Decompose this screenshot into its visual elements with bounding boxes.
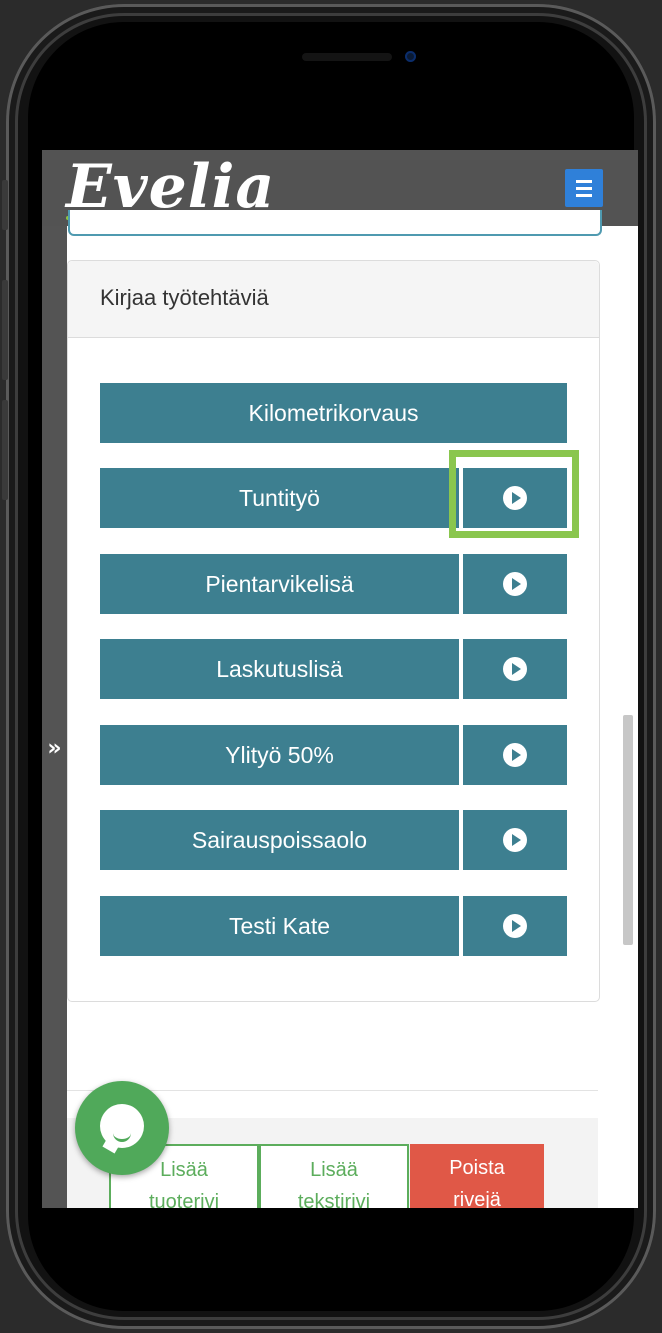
play-button-sairauspoissaolo[interactable] (463, 810, 567, 870)
scrollbar-thumb[interactable] (623, 715, 633, 945)
play-icon (503, 914, 527, 938)
phone-volume-up (2, 280, 8, 380)
side-drawer-handle[interactable]: » (42, 226, 67, 1208)
card-title: Kirjaa työtehtäviä (100, 285, 269, 310)
delete-rows-button[interactable]: Poista rivejä (410, 1144, 544, 1208)
delete-rows-label-line1: Poista (449, 1157, 505, 1179)
play-icon (503, 572, 527, 596)
play-icon (503, 486, 527, 510)
play-icon (503, 828, 527, 852)
hamburger-menu-button[interactable] (565, 169, 603, 207)
task-button-tuntityo[interactable]: Tuntityö (100, 468, 459, 528)
chat-launcher-button[interactable] (75, 1081, 169, 1175)
hamburger-icon-bar (576, 194, 592, 197)
add-text-row-label-line2: tekstirivi (297, 1191, 371, 1208)
play-button-testi-kate[interactable] (463, 896, 567, 956)
phone-speaker (302, 53, 392, 61)
task-button-ylityo-50[interactable]: Ylityö 50% (100, 725, 459, 785)
task-card: Kirjaa työtehtäviä Kilometrikorvaus Tunt… (67, 260, 600, 1002)
add-product-row-label-line2: tuoterivi (148, 1191, 220, 1208)
play-button-pientarvikelisa[interactable] (463, 554, 567, 614)
play-icon (503, 743, 527, 767)
hamburger-icon (576, 180, 592, 183)
play-button-laskutuslisa[interactable] (463, 639, 567, 699)
double-chevron-right-icon[interactable]: » (42, 736, 67, 761)
task-button-sairauspoissaolo[interactable]: Sairauspoissaolo (100, 810, 459, 870)
phone-volume-down (2, 400, 8, 500)
hamburger-icon-bar (576, 187, 592, 190)
phone-camera (405, 51, 416, 62)
add-text-row-button[interactable]: Lisää tekstirivi (259, 1144, 409, 1208)
task-button-testi-kate[interactable]: Testi Kate (100, 896, 459, 956)
delete-rows-label-line2: rivejä (453, 1189, 501, 1208)
play-button-tuntityo[interactable] (463, 468, 567, 528)
add-text-row-label-line1: Lisää (310, 1159, 358, 1181)
previous-card-edge (68, 210, 602, 236)
task-button-kilometrikorvaus[interactable]: Kilometrikorvaus (100, 383, 567, 443)
app-screen: Evelia » Kirjaa työtehtäviä Kilometrikor… (42, 150, 638, 1208)
play-icon (503, 657, 527, 681)
task-button-laskutuslisa[interactable]: Laskutuslisä (100, 639, 459, 699)
card-header: Kirjaa työtehtäviä (68, 261, 599, 338)
phone-side-button (2, 180, 8, 230)
play-button-ylityo-50[interactable] (463, 725, 567, 785)
task-button-pientarvikelisa[interactable]: Pientarvikelisä (100, 554, 459, 614)
